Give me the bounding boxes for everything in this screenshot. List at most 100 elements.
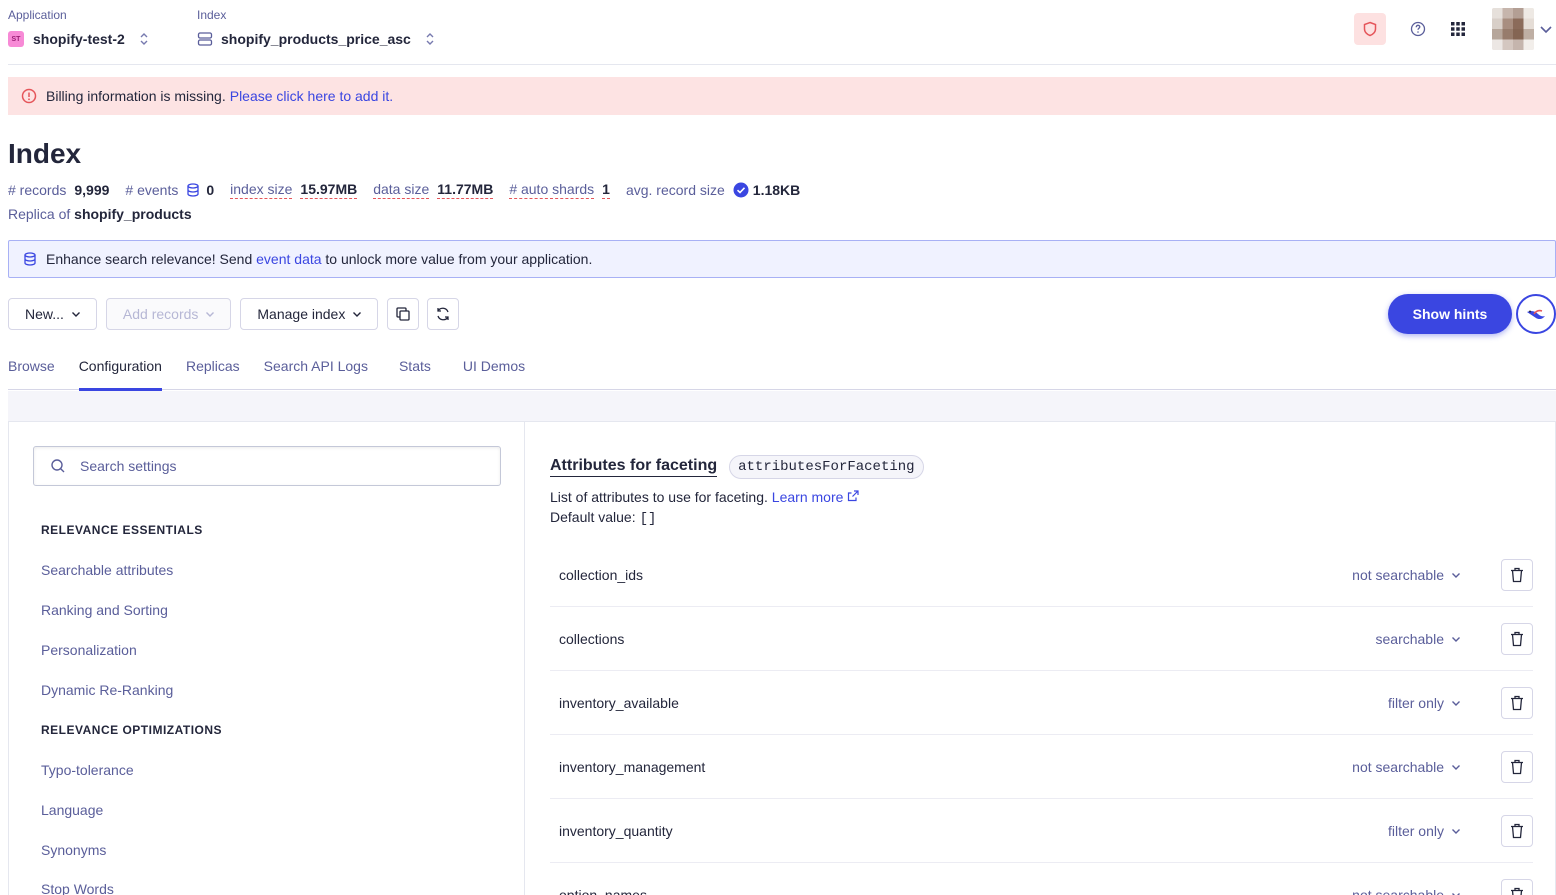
replica-info: Replica of shopify_products — [8, 206, 192, 222]
facet-mode-dropdown[interactable]: not searchable — [1352, 759, 1462, 775]
delete-facet-button[interactable] — [1501, 814, 1533, 847]
chevron-down-icon — [1452, 892, 1460, 895]
stat-value: 1.18KB — [752, 182, 801, 198]
tab-configuration[interactable]: Configuration — [78, 352, 163, 391]
setting-default: Default value:[] — [550, 509, 656, 527]
sidebar-item-personalization[interactable]: Personalization — [41, 642, 137, 658]
banner-before: Enhance search relevance! Send — [46, 251, 253, 267]
chevron-down-icon — [1452, 572, 1460, 578]
replica-source[interactable]: shopify_products — [74, 206, 191, 222]
facet-mode-dropdown[interactable]: not searchable — [1352, 887, 1462, 895]
search-icon — [51, 459, 65, 473]
trash-icon — [1511, 695, 1523, 710]
index-label: Index — [197, 8, 227, 22]
shield-icon — [1363, 21, 1377, 37]
facet-mode-label: not searchable — [1352, 886, 1444, 895]
tab-replicas[interactable]: Replicas — [186, 352, 240, 390]
external-link-icon — [848, 490, 859, 502]
stat-auto-shards[interactable]: # auto shards 1 — [509, 181, 610, 199]
facet-row: inventory_management not searchable — [550, 735, 1533, 799]
sidebar-item-stop-words[interactable]: Stop Words — [41, 881, 114, 895]
chevron-down-icon[interactable] — [1538, 21, 1554, 37]
billing-message: Billing information is missing. — [46, 88, 226, 104]
refresh-button[interactable] — [427, 298, 460, 330]
avatar[interactable] — [1492, 8, 1534, 50]
sidebar-item-dynamic-reranking[interactable]: Dynamic Re-Ranking — [41, 682, 173, 698]
facet-row: inventory_available filter only — [550, 671, 1533, 735]
facet-mode-label: filter only — [1387, 822, 1444, 839]
application-badge: ST — [8, 31, 24, 47]
header-divider — [8, 64, 1556, 65]
facet-mode-dropdown[interactable]: filter only — [1388, 695, 1462, 711]
stat-index-size[interactable]: index size 15.97MB — [230, 181, 358, 199]
delete-facet-button[interactable] — [1501, 686, 1533, 719]
trash-icon — [1511, 887, 1523, 895]
assistant-button[interactable] — [1516, 294, 1556, 334]
show-hints-button[interactable]: Show hints — [1388, 294, 1512, 334]
stat-value: 11.77MB — [437, 181, 494, 199]
refresh-icon — [437, 307, 449, 321]
stat-events: # events 0 — [125, 182, 214, 198]
sidebar-item-typo-tolerance[interactable]: Typo-tolerance — [41, 762, 134, 778]
delete-facet-button[interactable] — [1501, 750, 1533, 783]
apps-button[interactable] — [1442, 13, 1474, 45]
grid-icon — [1451, 22, 1465, 36]
check-circle-icon — [733, 182, 749, 198]
tab-ui-demos[interactable]: UI Demos — [463, 352, 525, 390]
index-stack-icon — [197, 32, 213, 46]
setting-description-text: List of attributes to use for faceting. — [550, 489, 768, 505]
facet-name: inventory_management — [559, 758, 706, 775]
help-button[interactable] — [1402, 13, 1434, 45]
sidebar-item-searchable-attributes[interactable]: Searchable attributes — [41, 562, 173, 578]
stat-key: # events — [125, 182, 179, 198]
chevron-down-icon — [1452, 636, 1460, 642]
chevron-down-icon — [206, 312, 215, 317]
delete-facet-button[interactable] — [1501, 558, 1533, 591]
facet-row: collection_ids not searchable — [550, 543, 1533, 607]
chevron-updown-icon — [140, 33, 148, 45]
add-records-button[interactable]: Add records — [105, 298, 232, 330]
setting-title-row: Attributes for faceting attributesForFac… — [550, 455, 924, 479]
stat-data-size[interactable]: data size 11.77MB — [373, 181, 494, 199]
index-selector[interactable]: Index shopify_products_price_asc — [197, 8, 435, 54]
application-name: shopify-test-2 — [33, 31, 125, 47]
manage-index-label: Manage index — [257, 306, 346, 322]
facet-mode-dropdown[interactable]: filter only — [1388, 823, 1462, 839]
tab-stats[interactable]: Stats — [399, 352, 431, 390]
setting-key-pill: attributesForFaceting — [729, 455, 924, 479]
facet-mode-label: searchable — [1375, 630, 1445, 647]
copy-button[interactable] — [387, 298, 420, 330]
tab-search-api-logs[interactable]: Search API Logs — [264, 352, 368, 390]
billing-link[interactable]: Please click here to add it. — [230, 88, 393, 104]
chevron-down-icon — [1452, 828, 1460, 834]
stat-value: 9,999 — [74, 182, 110, 198]
delete-facet-button[interactable] — [1501, 622, 1533, 655]
manage-index-button[interactable]: Manage index — [240, 298, 379, 330]
search-settings-input[interactable] — [80, 458, 480, 474]
application-selector[interactable]: Application ST shopify-test-2 — [8, 8, 149, 54]
facet-mode-dropdown[interactable]: not searchable — [1352, 567, 1462, 583]
stat-records: # records 9,999 — [8, 182, 109, 198]
index-tabs: Browse Configuration Replicas Search API… — [8, 352, 1556, 391]
facet-mode-dropdown[interactable]: searchable — [1376, 631, 1463, 647]
stat-key: # records — [8, 182, 67, 198]
sidebar-item-language[interactable]: Language — [41, 802, 103, 818]
settings-sidebar: RELEVANCE ESSENTIALS Searchable attribut… — [9, 422, 525, 895]
new-button[interactable]: New... — [8, 298, 97, 330]
toolbar: New... Add records Manage index — [8, 298, 467, 330]
chevron-down-icon — [71, 312, 80, 317]
security-button[interactable] — [1354, 13, 1386, 45]
delete-facet-button[interactable] — [1501, 878, 1533, 895]
chevron-down-icon — [1452, 700, 1460, 706]
banner-link[interactable]: event data — [256, 251, 321, 267]
index-stats: # records 9,999 # events 0 index size 15… — [8, 180, 816, 200]
section-heading-essentials: RELEVANCE ESSENTIALS — [41, 523, 203, 537]
chevron-down-icon — [353, 312, 362, 317]
learn-more-link[interactable]: Learn more — [772, 489, 859, 505]
sidebar-item-synonyms[interactable]: Synonyms — [41, 842, 106, 858]
default-value: [] — [639, 511, 657, 527]
sidebar-item-ranking-sorting[interactable]: Ranking and Sorting — [41, 602, 168, 618]
tab-browse[interactable]: Browse — [8, 352, 55, 390]
application-label: Application — [8, 8, 67, 22]
copy-icon — [396, 307, 410, 321]
